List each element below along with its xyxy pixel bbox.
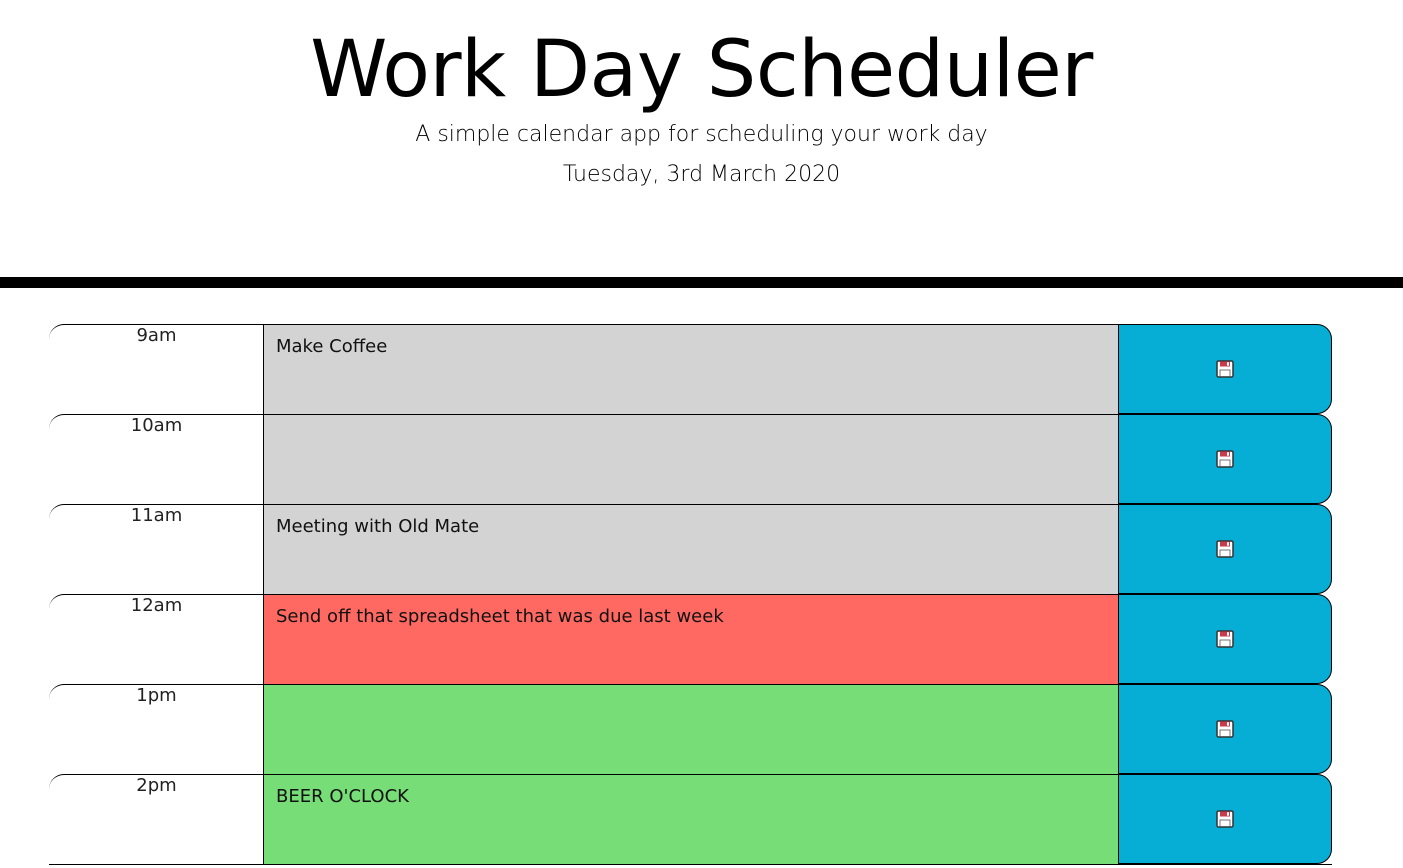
hour-label: 1pm (49, 684, 264, 774)
hour-label: 2pm (49, 774, 264, 864)
event-description-input[interactable] (263, 414, 1119, 504)
event-description-input[interactable]: BEER O'CLOCK (263, 774, 1119, 864)
floppy-disk-icon (1216, 540, 1234, 558)
hour-label: 9am (49, 324, 264, 414)
save-button[interactable] (1118, 774, 1332, 864)
floppy-disk-icon (1216, 720, 1234, 738)
event-description-input[interactable]: Meeting with Old Mate (263, 504, 1119, 594)
hour-label: 12am (49, 594, 264, 684)
event-description-input[interactable] (263, 684, 1119, 774)
time-block-row: 1pm (49, 684, 1332, 774)
time-block-row: 12am Send off that spreadsheet that was … (49, 594, 1332, 684)
time-block-row: 10am (49, 414, 1332, 504)
save-button[interactable] (1118, 684, 1332, 774)
save-button[interactable] (1118, 594, 1332, 684)
hour-label: 10am (49, 414, 264, 504)
event-description-input[interactable]: Send off that spreadsheet that was due l… (263, 594, 1119, 684)
hour-label: 11am (49, 504, 264, 594)
floppy-disk-icon (1216, 810, 1234, 828)
current-day: Tuesday, 3rd March 2020 (562, 162, 841, 187)
time-block-row: 2pm BEER O'CLOCK (49, 774, 1332, 864)
next-row-edge (49, 864, 1332, 868)
header: Work Day Scheduler A simple calendar app… (0, 0, 1403, 288)
save-button[interactable] (1118, 324, 1332, 414)
save-button[interactable] (1118, 504, 1332, 594)
schedule-container: 9am Make Coffee 10am 11am Meeting with O… (49, 324, 1332, 864)
page-subtitle: A simple calendar app for scheduling you… (415, 122, 988, 147)
floppy-disk-icon (1216, 360, 1234, 378)
time-block-row: 9am Make Coffee (49, 324, 1332, 414)
save-button[interactable] (1118, 414, 1332, 504)
event-description-input[interactable]: Make Coffee (263, 324, 1119, 414)
floppy-disk-icon (1216, 450, 1234, 468)
floppy-disk-icon (1216, 630, 1234, 648)
time-block-row: 11am Meeting with Old Mate (49, 504, 1332, 594)
page-title: Work Day Scheduler (310, 25, 1093, 115)
